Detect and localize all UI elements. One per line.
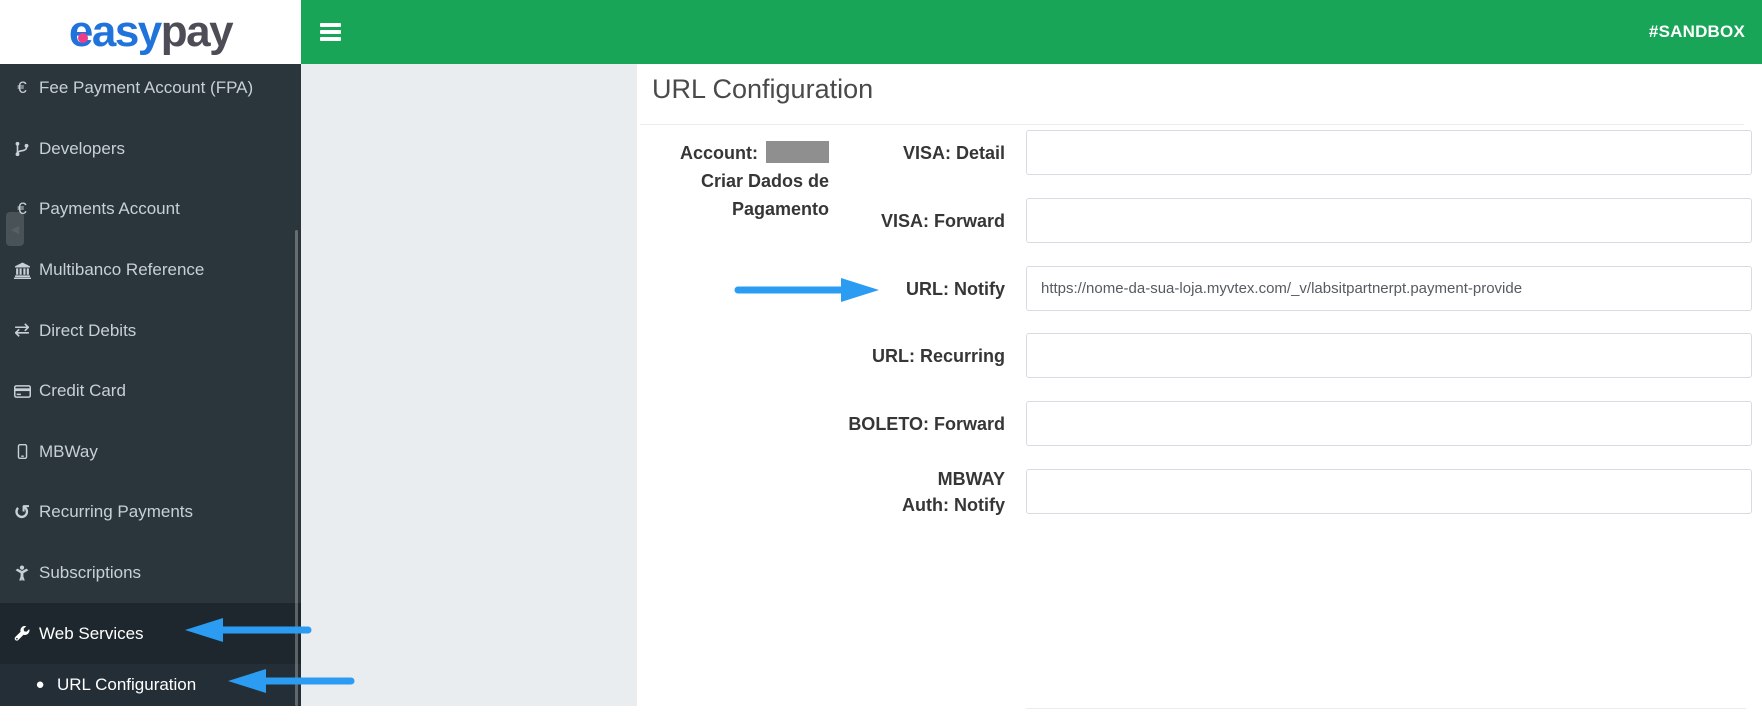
sidebar: € Fee Payment Account (FPA) Developers €… — [0, 64, 301, 706]
wrench-icon — [10, 625, 34, 642]
annotation-arrow-web-services — [185, 618, 312, 642]
sidebar-item-label: Payments Account — [39, 199, 180, 219]
sidebar-item-mbway[interactable]: MBWay — [0, 422, 301, 483]
logo-pay: pay — [160, 7, 234, 56]
form-row: URL: Recurring — [840, 333, 1752, 378]
form-row: URL: Notify — [840, 266, 1752, 311]
sandbox-badge: #SANDBOX — [1648, 22, 1745, 41]
account-id-redacted — [766, 141, 829, 163]
history-icon: ↺ — [13, 501, 31, 524]
sidebar-item-credit-card[interactable]: Credit Card — [0, 361, 301, 422]
sidebar-item-label: Web Services — [39, 623, 144, 643]
form-row: VISA: Forward — [840, 198, 1752, 243]
account-info: Account: Criar Dados de Pagamento — [637, 139, 829, 223]
person-icon — [10, 565, 34, 581]
mbway-auth-notify-input[interactable] — [1026, 469, 1752, 514]
sidebar-item-label: Direct Debits — [39, 320, 137, 340]
visa-forward-input[interactable] — [1026, 198, 1752, 243]
sidebar-item-label: Fee Payment Account (FPA) — [39, 78, 254, 98]
logo-area: eeasyasypay — [0, 0, 301, 64]
bank-icon — [10, 262, 34, 279]
url-notify-input[interactable] — [1026, 266, 1752, 311]
account-line2: Criar Dados de — [700, 171, 829, 191]
sidebar-item-label: MBWay — [39, 441, 98, 461]
sidebar-item-direct-debits[interactable]: ⇄ Direct Debits — [0, 300, 301, 361]
url-recurring-input[interactable] — [1026, 333, 1752, 378]
exchange-icon: ⇄ — [14, 320, 30, 342]
sidebar-item-recurring-payments[interactable]: ↺ Recurring Payments — [0, 482, 301, 543]
circle-icon: ● — [35, 676, 45, 694]
sidebar-item-subscriptions[interactable]: Subscriptions — [0, 543, 301, 604]
url-recurring-label: URL: Recurring — [871, 345, 1005, 366]
annotation-arrow-url-configuration — [228, 669, 355, 693]
top-navbar: #SANDBOX — [301, 0, 1762, 64]
collapse-arrow-icon[interactable]: ◀ — [6, 212, 24, 246]
visa-forward-label: VISA: Forward — [880, 210, 1005, 231]
sidebar-item-fee-payment-account[interactable]: € Fee Payment Account (FPA) — [0, 58, 301, 119]
easypay-logo: eeasyasypay — [68, 7, 234, 56]
visa-detail-label: VISA: Detail — [902, 142, 1005, 163]
mobile-icon — [10, 444, 34, 460]
sidebar-item-developers[interactable]: Developers — [0, 119, 301, 180]
main-content: URL Configuration Account: Criar Dados d… — [637, 64, 1762, 724]
sidebar-item-multibanco-reference[interactable]: Multibanco Reference — [0, 240, 301, 301]
sidebar-item-label: Credit Card — [39, 381, 126, 401]
boleto-forward-input[interactable] — [1026, 401, 1752, 446]
credit-card-icon — [10, 383, 34, 400]
sidebar-item-label: URL Configuration — [57, 674, 197, 694]
boleto-forward-label: BOLETO: Forward — [848, 413, 1005, 434]
content-gutter — [301, 64, 637, 706]
form-row: BOLETO: Forward — [840, 401, 1752, 446]
sidebar-item-label: Recurring Payments — [39, 502, 194, 522]
mbway-auth-notify-label: MBWAY Auth: Notify — [902, 468, 1005, 515]
account-line3: Pagamento — [731, 199, 829, 219]
sidebar-item-label: Subscriptions — [39, 563, 142, 583]
form-row: MBWAY Auth: Notify — [840, 469, 1752, 515]
logo-dot-icon — [77, 33, 88, 43]
visa-detail-input[interactable] — [1026, 130, 1752, 175]
logo-easy: asy — [91, 7, 162, 56]
code-branch-icon — [10, 141, 34, 157]
sidebar-item-label: Multibanco Reference — [39, 260, 205, 280]
bottom-divider — [1026, 708, 1746, 709]
sidebar-item-label: Developers — [39, 138, 125, 158]
menu-icon[interactable] — [320, 23, 341, 41]
annotation-arrow-url-notify — [734, 278, 879, 302]
euro-icon: € — [17, 78, 27, 98]
account-label: Account: — [680, 143, 758, 163]
title-divider — [640, 124, 1744, 125]
sidebar-item-payments-account[interactable]: € Payments Account — [0, 179, 301, 240]
page-title: URL Configuration — [652, 74, 874, 104]
form-row: VISA: Detail — [840, 130, 1752, 175]
